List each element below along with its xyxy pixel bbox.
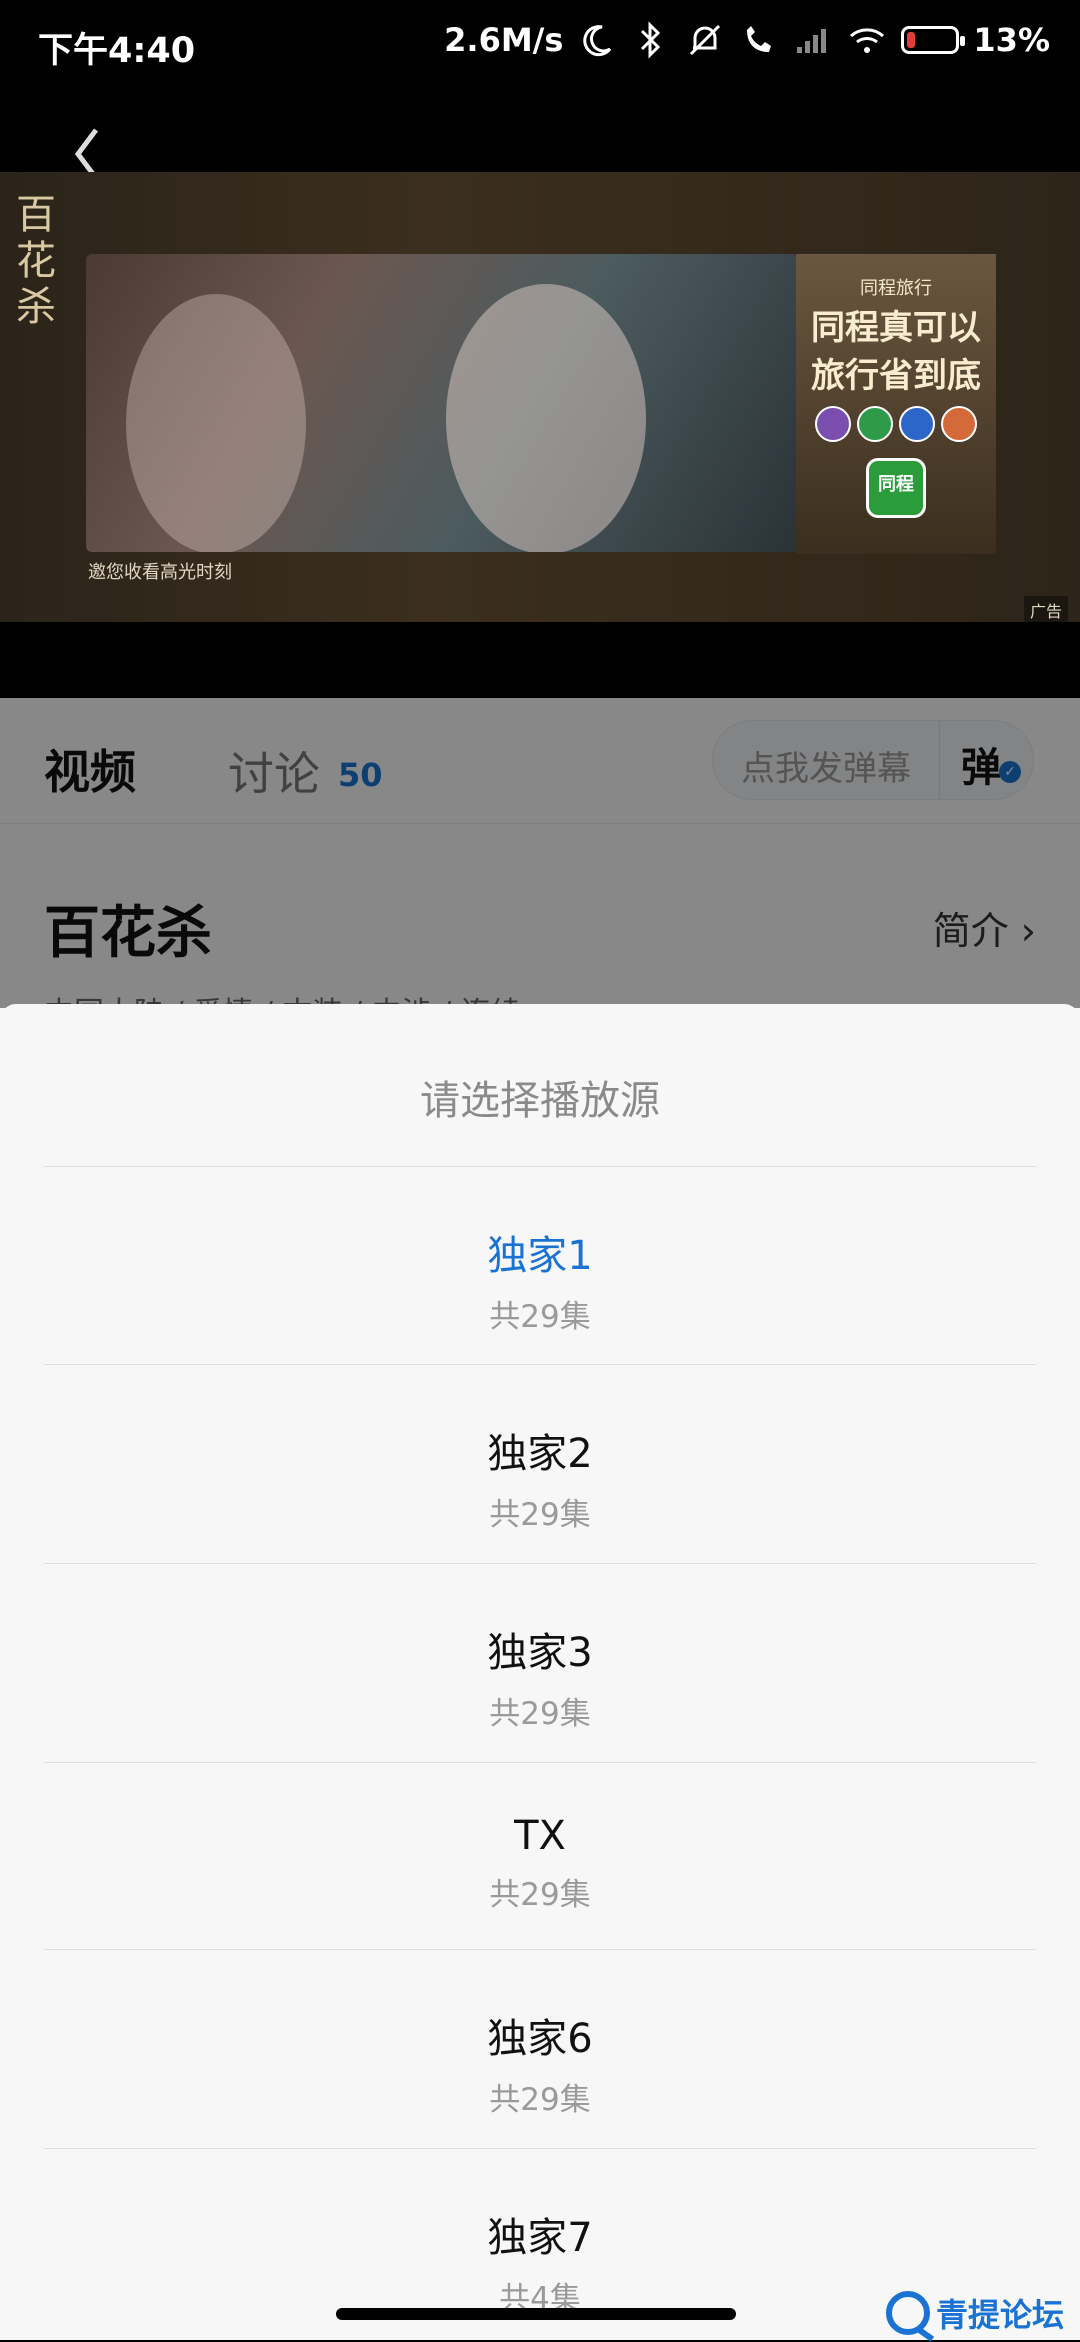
call-icon — [739, 20, 779, 60]
source-name: 独家1 — [487, 1233, 593, 1279]
video-frame — [86, 254, 798, 552]
bluetooth-icon — [631, 20, 671, 60]
battery-percent: 13% — [973, 21, 1050, 59]
source-name: 独家7 — [487, 2215, 593, 2261]
modal-overlay[interactable] — [0, 698, 1080, 1008]
watermark-text: 青提论坛 — [935, 2296, 1064, 2334]
watermark: 青提论坛 — [885, 2290, 1064, 2336]
video-caption: 邀您收看高光时刻 — [88, 562, 232, 583]
wifi-icon — [847, 20, 887, 60]
train-icon — [857, 406, 893, 442]
source-name: 独家6 — [487, 2016, 593, 2062]
actor-silhouette-left — [126, 294, 306, 552]
ad-tag: 广告 — [1023, 596, 1068, 624]
episode-count: 共29集 — [489, 1877, 591, 1913]
episode-count: 共29集 — [489, 1696, 591, 1732]
ticket-icon — [941, 406, 977, 442]
plane-icon — [899, 406, 935, 442]
battery-icon — [901, 26, 966, 54]
video-player[interactable]: 百花杀 同程旅行 同程真可以 旅行省到底 同程 邀您收看高光时刻 广告 — [0, 172, 1080, 624]
status-time: 下午4:40 — [38, 31, 196, 71]
ad-panel[interactable]: 同程旅行 同程真可以 旅行省到底 同程 — [796, 254, 996, 554]
source-option-3[interactable]: 独家3 共29集 — [44, 1563, 1036, 1762]
player-top-bar — [0, 92, 1080, 180]
source-list: 独家1 共29集 独家2 共29集 独家3 共29集 TX 共29集 独家6 共… — [44, 1166, 1036, 2328]
ad-slogan-line2: 旅行省到底 — [811, 356, 981, 396]
episode-count: 共29集 — [489, 2082, 591, 2118]
ad-app-icon: 同程 — [866, 458, 926, 518]
ad-slogan-line1: 同程真可以 — [811, 308, 981, 348]
actor-silhouette-right — [446, 284, 646, 552]
status-bar: 下午4:40 2.6M/s 13% — [0, 0, 1080, 92]
network-speed: 2.6M/s — [444, 21, 564, 59]
source-name: 独家2 — [487, 1431, 593, 1477]
episode-count: 共29集 — [489, 1299, 591, 1335]
bell-off-icon — [685, 20, 725, 60]
source-name: 独家3 — [487, 1630, 593, 1676]
sheet-title: 请选择播放源 — [420, 1078, 660, 1124]
status-icons: 2.6M/s 13% — [444, 20, 1050, 60]
signal-icon — [793, 20, 833, 60]
source-select-sheet: 请选择播放源 独家1 共29集 独家2 共29集 独家3 共29集 TX 共29… — [0, 1004, 1080, 2340]
episode-count: 共29集 — [489, 1497, 591, 1533]
drama-logo: 百花杀 — [16, 192, 56, 330]
player-bottom-bar — [0, 622, 1080, 698]
source-option-6[interactable]: 独家6 共29集 — [44, 1949, 1036, 2148]
hotel-icon — [815, 406, 851, 442]
home-indicator[interactable] — [336, 2308, 736, 2320]
source-option-tx[interactable]: TX 共29集 — [44, 1762, 1036, 1949]
source-option-2[interactable]: 独家2 共29集 — [44, 1364, 1036, 1563]
source-name: TX — [514, 1813, 566, 1859]
moon-icon — [577, 20, 617, 60]
source-option-1[interactable]: 独家1 共29集 — [44, 1166, 1036, 1364]
watermark-logo-icon — [885, 2291, 930, 2335]
ad-brand: 同程旅行 — [860, 278, 932, 299]
ad-feature-icons — [796, 406, 996, 442]
